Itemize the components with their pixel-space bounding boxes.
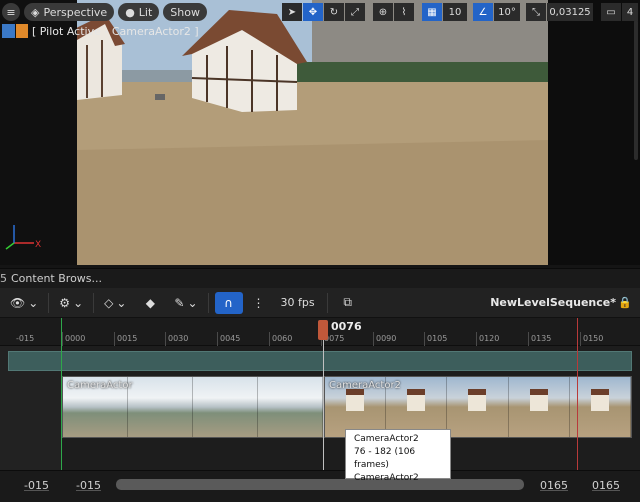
rotation-snap-icon[interactable]: ∠ (473, 3, 493, 21)
camera-speed-value[interactable]: 4 (622, 3, 638, 21)
playback-options-button[interactable]: ⚙ ⌄ (55, 292, 87, 314)
shot-section-cameraactor[interactable]: CameraActor (62, 376, 324, 438)
sequence-name[interactable]: NewLevelSequence* (490, 296, 616, 309)
ruler-label: 0015 (117, 334, 138, 343)
scale-snap-icon[interactable]: ⤡ (526, 3, 546, 21)
ruler-label: 0120 (479, 334, 500, 343)
content-browser-tab[interactable]: 5 Content Brows... (0, 268, 640, 288)
cube-icon: ◈ (31, 5, 40, 19)
pilot-label: [ Pilot Active - CameraActor2 ] (32, 24, 199, 38)
tooltip-line: CameraActor2 (354, 473, 419, 483)
hamburger-icon[interactable]: ≡ (2, 3, 20, 21)
playhead-frame: 0076 (331, 320, 362, 333)
ruler-label: 0030 (168, 334, 189, 343)
chevron-down-icon: ⌄ (187, 295, 198, 310)
key-diamond-icon: ◆ (145, 295, 156, 310)
ruler-label: 0000 (65, 334, 86, 343)
camera-speed-icon[interactable]: ▭ (601, 3, 621, 21)
view-options-button[interactable]: 👁 ⌄ (6, 292, 42, 314)
grid-snap-icon[interactable]: ▦ (422, 3, 442, 21)
more-icon: ⋮ (252, 295, 265, 310)
translate-icon[interactable]: ✥ (303, 3, 323, 21)
tooltip-line: 76 - 182 (106 frames) (354, 447, 416, 470)
ruler-label: 0135 (531, 334, 552, 343)
working-start-field[interactable]: -015 (76, 479, 101, 492)
shot-title: CameraActor (67, 380, 133, 391)
auto-key-button[interactable]: ◆ (136, 292, 164, 314)
lock-icon[interactable]: 🔒 (618, 296, 632, 309)
shot-title: CameraActor2 (329, 380, 401, 391)
playhead-handle[interactable] (318, 320, 328, 340)
playhead-line[interactable] (323, 340, 324, 470)
ruler-label: 0150 (583, 334, 604, 343)
pilot-indicator: [ Pilot Active - CameraActor2 ] (2, 24, 199, 38)
ruler-label: 0105 (427, 334, 448, 343)
ruler-label: -015 (16, 334, 35, 343)
range-bar: -015 -015 0165 0165 (0, 470, 640, 502)
brush-icon: ✎ (174, 295, 185, 310)
viewport-toolbar-left: ≡ ◈ Perspective ● Lit Show (2, 2, 207, 22)
rotation-snap-value[interactable]: 10° (494, 3, 520, 21)
sphere-icon: ● (125, 5, 135, 19)
magnet-icon: ∩ (224, 295, 233, 310)
edit-tools-button[interactable]: ✎ ⌄ (170, 292, 201, 314)
play-options-icon: ⚙ (59, 295, 71, 310)
ruler-label: 0045 (220, 334, 241, 343)
svg-text:X: X (35, 240, 41, 250)
eye-icon: 👁 (10, 295, 26, 310)
working-end-field[interactable]: 0165 (540, 479, 568, 492)
grid-snap-value[interactable]: 10 (443, 3, 467, 21)
scale-icon[interactable]: ⤢ (345, 3, 365, 21)
tooltip-line: CameraActor2 (354, 434, 419, 444)
unreal-editor: ≡ ◈ Perspective ● Lit Show ➤ ✥ ↻ ⤢ ⊕ ⌇ ▦… (0, 0, 640, 502)
select-mode-icon[interactable]: ➤ (282, 3, 302, 21)
ruler-label: 0060 (272, 334, 293, 343)
diamond-icon: ◇ (104, 295, 114, 310)
snap-toggle-button[interactable]: ∩ (214, 291, 243, 314)
surface-snap-icon[interactable]: ⌇ (394, 3, 414, 21)
chevron-down-icon: ⌄ (116, 295, 127, 310)
chevron-down-icon: ⌄ (73, 295, 84, 310)
snap-options-button[interactable]: ⋮ (249, 292, 269, 314)
curve-editor-button[interactable]: ⧉ (334, 292, 362, 314)
perspective-button[interactable]: ◈ Perspective (24, 3, 115, 21)
playback-start-marker[interactable] (61, 318, 62, 470)
shot-tooltip: CameraActor2 76 - 182 (106 frames) Camer… (345, 429, 451, 483)
content-browser-number: 5 (0, 272, 7, 285)
content-browser-label: Content Brows... (11, 272, 103, 285)
scale-snap-value[interactable]: 0,03125 (547, 3, 593, 21)
axis-gizmo-icon: X (5, 225, 41, 250)
show-button[interactable]: Show (163, 3, 207, 21)
curve-editor-icon: ⧉ (343, 295, 352, 309)
viewport-toolbar-right: ➤ ✥ ↻ ⤢ ⊕ ⌇ ▦ 10 ∠ 10° ⤡ 0,03125 ▭ 4 (282, 2, 638, 22)
timeline-scrollbar[interactable] (116, 479, 524, 490)
viewport-scene[interactable] (77, 0, 548, 265)
playback-end-marker[interactable] (577, 318, 578, 470)
lit-button[interactable]: ● Lit (118, 3, 160, 21)
level-viewport[interactable]: ≡ ◈ Perspective ● Lit Show ➤ ✥ ↻ ⤢ ⊕ ⌇ ▦… (0, 0, 640, 265)
pilot-camera-icon[interactable] (2, 24, 28, 38)
viewport-right-panel (548, 0, 640, 265)
world-local-icon[interactable]: ⊕ (373, 3, 393, 21)
view-end-field[interactable]: 0165 (592, 479, 620, 492)
ruler-label: 0090 (376, 334, 397, 343)
sequencer-toolbar: 👁 ⌄ ⚙ ⌄ ◇ ⌄ ◆ ✎ ⌄ ∩ ⋮ 30 fps ⧉ NewLevelSeque… (0, 288, 640, 318)
rotate-icon[interactable]: ↻ (324, 3, 344, 21)
view-start-field[interactable]: -015 (24, 479, 49, 492)
scene-render (77, 0, 548, 265)
camera-cut-track[interactable] (8, 351, 632, 371)
keyframe-options-button[interactable]: ◇ ⌄ (100, 292, 130, 314)
chevron-down-icon: ⌄ (28, 295, 39, 310)
framerate-select[interactable]: 30 fps (275, 296, 321, 309)
